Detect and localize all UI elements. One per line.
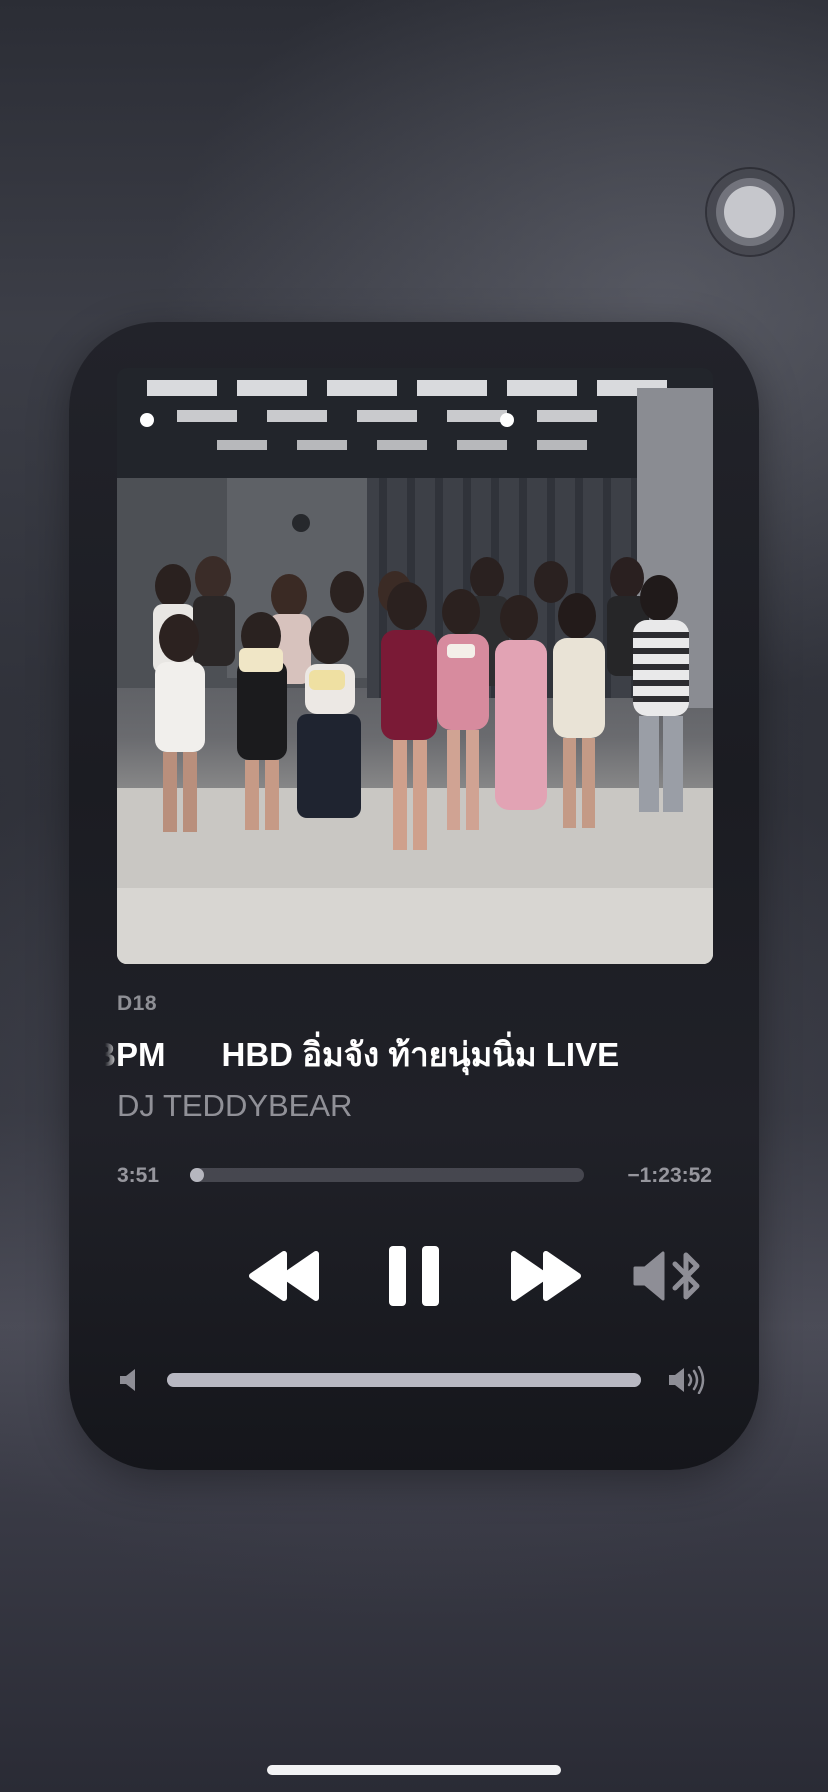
volume-high-button[interactable] <box>667 1365 709 1395</box>
track-title-marquee: ม 160 BPM HBD อิ่มจัง ท้ายนุ่มนิ่ม LIVE <box>105 1022 721 1076</box>
speaker-bluetooth-icon <box>633 1251 700 1301</box>
album-name: D18 <box>117 992 158 1015</box>
track-title: ม 160 BPM HBD อิ่มจัง ท้ายนุ่มนิ่ม LIVE <box>105 1028 619 1076</box>
home-indicator[interactable] <box>267 1765 561 1775</box>
rewind-icon <box>249 1251 319 1301</box>
volume-low-button[interactable] <box>118 1368 140 1392</box>
progress-scrubber[interactable] <box>190 1168 584 1182</box>
pause-button[interactable] <box>386 1244 442 1308</box>
assistive-touch-dot <box>724 186 776 238</box>
volume-slider[interactable] <box>167 1373 641 1387</box>
volume-low-icon <box>120 1369 135 1391</box>
rewind-button[interactable] <box>248 1248 322 1304</box>
assistive-touch-button[interactable] <box>707 169 793 255</box>
track-title-next-text: HBD อิ่มจัง ท้ายนุ่มนิ่ม LIVE <box>221 1036 620 1073</box>
track-title-text: ม 160 BPM <box>105 1036 166 1073</box>
pause-icon <box>389 1246 439 1306</box>
artwork-illustration <box>117 368 713 964</box>
fast-forward-button[interactable] <box>508 1248 582 1304</box>
now-playing-card: D18 ม 160 BPM HBD อิ่มจัง ท้ายนุ่มนิ่ม LI… <box>69 322 759 1470</box>
time-remaining: −1:23:52 <box>627 1164 712 1187</box>
volume-fill <box>167 1373 641 1387</box>
volume-high-icon <box>669 1365 705 1395</box>
time-elapsed: 3:51 <box>117 1164 160 1187</box>
progress-fill <box>190 1168 204 1182</box>
fast-forward-icon <box>511 1251 581 1301</box>
album-artwork <box>117 368 713 964</box>
output-device-button[interactable] <box>631 1248 707 1304</box>
artist-name: DJ TEDDYBEAR <box>117 1088 353 1123</box>
